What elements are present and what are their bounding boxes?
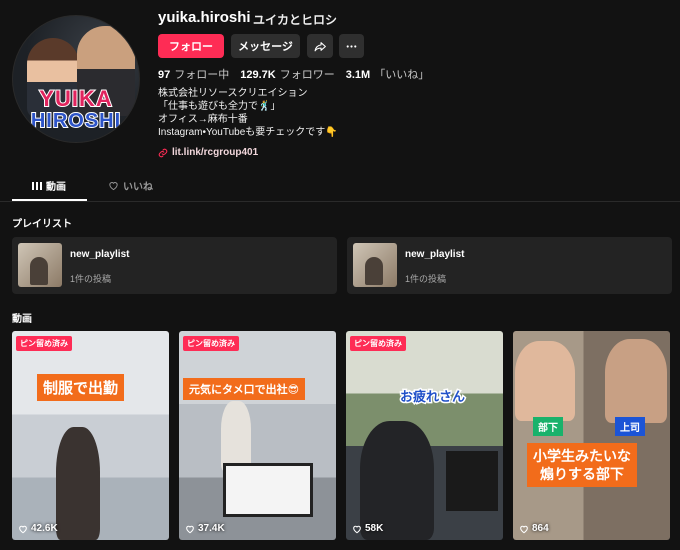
pinned-badge: ピン留め済み (350, 336, 406, 351)
video-views: 58K (352, 523, 383, 534)
link-icon (158, 148, 168, 157)
bio-line: オフィス→麻布十番 (158, 114, 248, 125)
video-caption: 制服で出勤 (37, 374, 125, 401)
avatar-logo-line1: YUIKA (38, 86, 113, 111)
stat-likes: 3.1M 「いいね」 (346, 66, 429, 82)
video-monitor (223, 463, 313, 517)
avatar-logo-line2: HIROSHI (30, 109, 122, 133)
stat-following-label: フォロー中 (174, 69, 230, 81)
bio-line: 株式会社リソースクリエイション (158, 88, 308, 99)
stat-followers[interactable]: 129.7K フォロワー (240, 66, 334, 82)
heart-outline-icon (353, 525, 361, 533)
profile-username: yuika.hiroshi (158, 9, 251, 26)
video-views-count: 37.4K (198, 523, 225, 534)
video-figure (605, 339, 667, 423)
stat-following-value: 97 (158, 69, 171, 81)
videos-heading: 動画 (12, 314, 32, 325)
tab-videos-label: 動画 (46, 182, 66, 193)
tab-active-indicator (12, 199, 87, 201)
profile-link[interactable]: lit.link/rcgroup401 (158, 147, 258, 158)
video-caption-line: 小学生みたいな (533, 448, 631, 464)
bio-line: Instagram•YouTubeも要チェックです👇 (158, 127, 338, 138)
playlist-name: new_playlist (70, 249, 130, 260)
more-button[interactable] (339, 34, 364, 58)
video-card[interactable]: 部下 上司 小学生みたいな 煽りする部下 864 (513, 331, 670, 540)
stat-followers-value: 129.7K (240, 69, 276, 81)
video-views-count: 58K (365, 523, 384, 534)
video-card[interactable]: ピン留め済み 元気にタメ口で出社😎 37.4K (179, 331, 336, 540)
video-views-count: 864 (532, 523, 549, 534)
heart-outline-icon (109, 182, 118, 191)
profile-bio: 株式会社リソースクリエイション 「仕事も遊びも全力で🕺」 オフィス→麻布十番 I… (158, 87, 338, 139)
stat-likes-value: 3.1M (345, 69, 371, 81)
video-caption-line: 煽りする部下 (540, 466, 624, 482)
video-caption: お疲れさん (398, 388, 466, 406)
playlist-count: 1件の投稿 (405, 274, 447, 284)
more-icon (346, 44, 357, 48)
playlist-thumbnail (18, 243, 62, 287)
video-views: 864 (519, 523, 549, 534)
profile-stats: 97 フォロー中 129.7K フォロワー 3.1M 「いいね」 (158, 66, 429, 82)
video-figure (515, 341, 575, 421)
playlist-card[interactable]: new_playlist 1件の投稿 (347, 237, 672, 294)
grid-icon (32, 181, 42, 190)
playlist-thumbnail (353, 243, 397, 287)
playlist-name: new_playlist (405, 249, 465, 260)
follow-button[interactable]: フォロー (158, 34, 224, 58)
playlist-card[interactable]: new_playlist 1件の投稿 (12, 237, 337, 294)
stat-likes-label: 「いいね」 (374, 69, 430, 81)
stat-following[interactable]: 97 フォロー中 (158, 66, 229, 82)
playlists-heading: プレイリスト (12, 219, 72, 230)
stat-followers-label: フォロワー (279, 69, 335, 81)
heart-outline-icon (19, 525, 27, 533)
video-card[interactable]: ピン留め済み 制服で出勤 42.6K (12, 331, 169, 540)
pinned-badge: ピン留め済み (16, 336, 72, 351)
share-icon (314, 41, 326, 51)
profile-tabs: 動画 いいね (0, 170, 680, 202)
profile-avatar: YUIKA HIROSHI (12, 15, 140, 143)
video-views: 37.4K (185, 523, 225, 534)
avatar-logo: YUIKA HIROSHI (13, 86, 139, 134)
video-tag: 上司 (615, 417, 645, 436)
playlist-count: 1件の投稿 (70, 274, 112, 284)
heart-outline-icon (520, 525, 528, 533)
video-caption: 元気にタメ口で出社😎 (183, 378, 306, 400)
profile-link-text: lit.link/rcgroup401 (172, 147, 259, 158)
video-views: 42.6K (18, 523, 58, 534)
pinned-badge: ピン留め済み (183, 336, 239, 351)
video-figure (221, 401, 251, 471)
bio-line: 「仕事も遊びも全力で🕺」 (158, 101, 281, 112)
tab-videos[interactable]: 動画 (32, 178, 66, 193)
video-figure (56, 427, 100, 540)
share-button[interactable] (307, 34, 333, 58)
video-tag: 部下 (533, 417, 563, 436)
heart-outline-icon (186, 525, 194, 533)
video-views-count: 42.6K (31, 523, 58, 534)
profile-nickname: ユイカとヒロシ (253, 13, 338, 27)
video-monitor (446, 451, 498, 511)
tab-likes-label: いいね (123, 182, 153, 193)
video-card[interactable]: ピン留め済み お疲れさん 58K (346, 331, 503, 540)
tab-likes[interactable]: いいね (108, 178, 153, 193)
message-button[interactable]: メッセージ (231, 34, 300, 58)
video-caption: 小学生みたいな 煽りする部下 (527, 443, 637, 487)
